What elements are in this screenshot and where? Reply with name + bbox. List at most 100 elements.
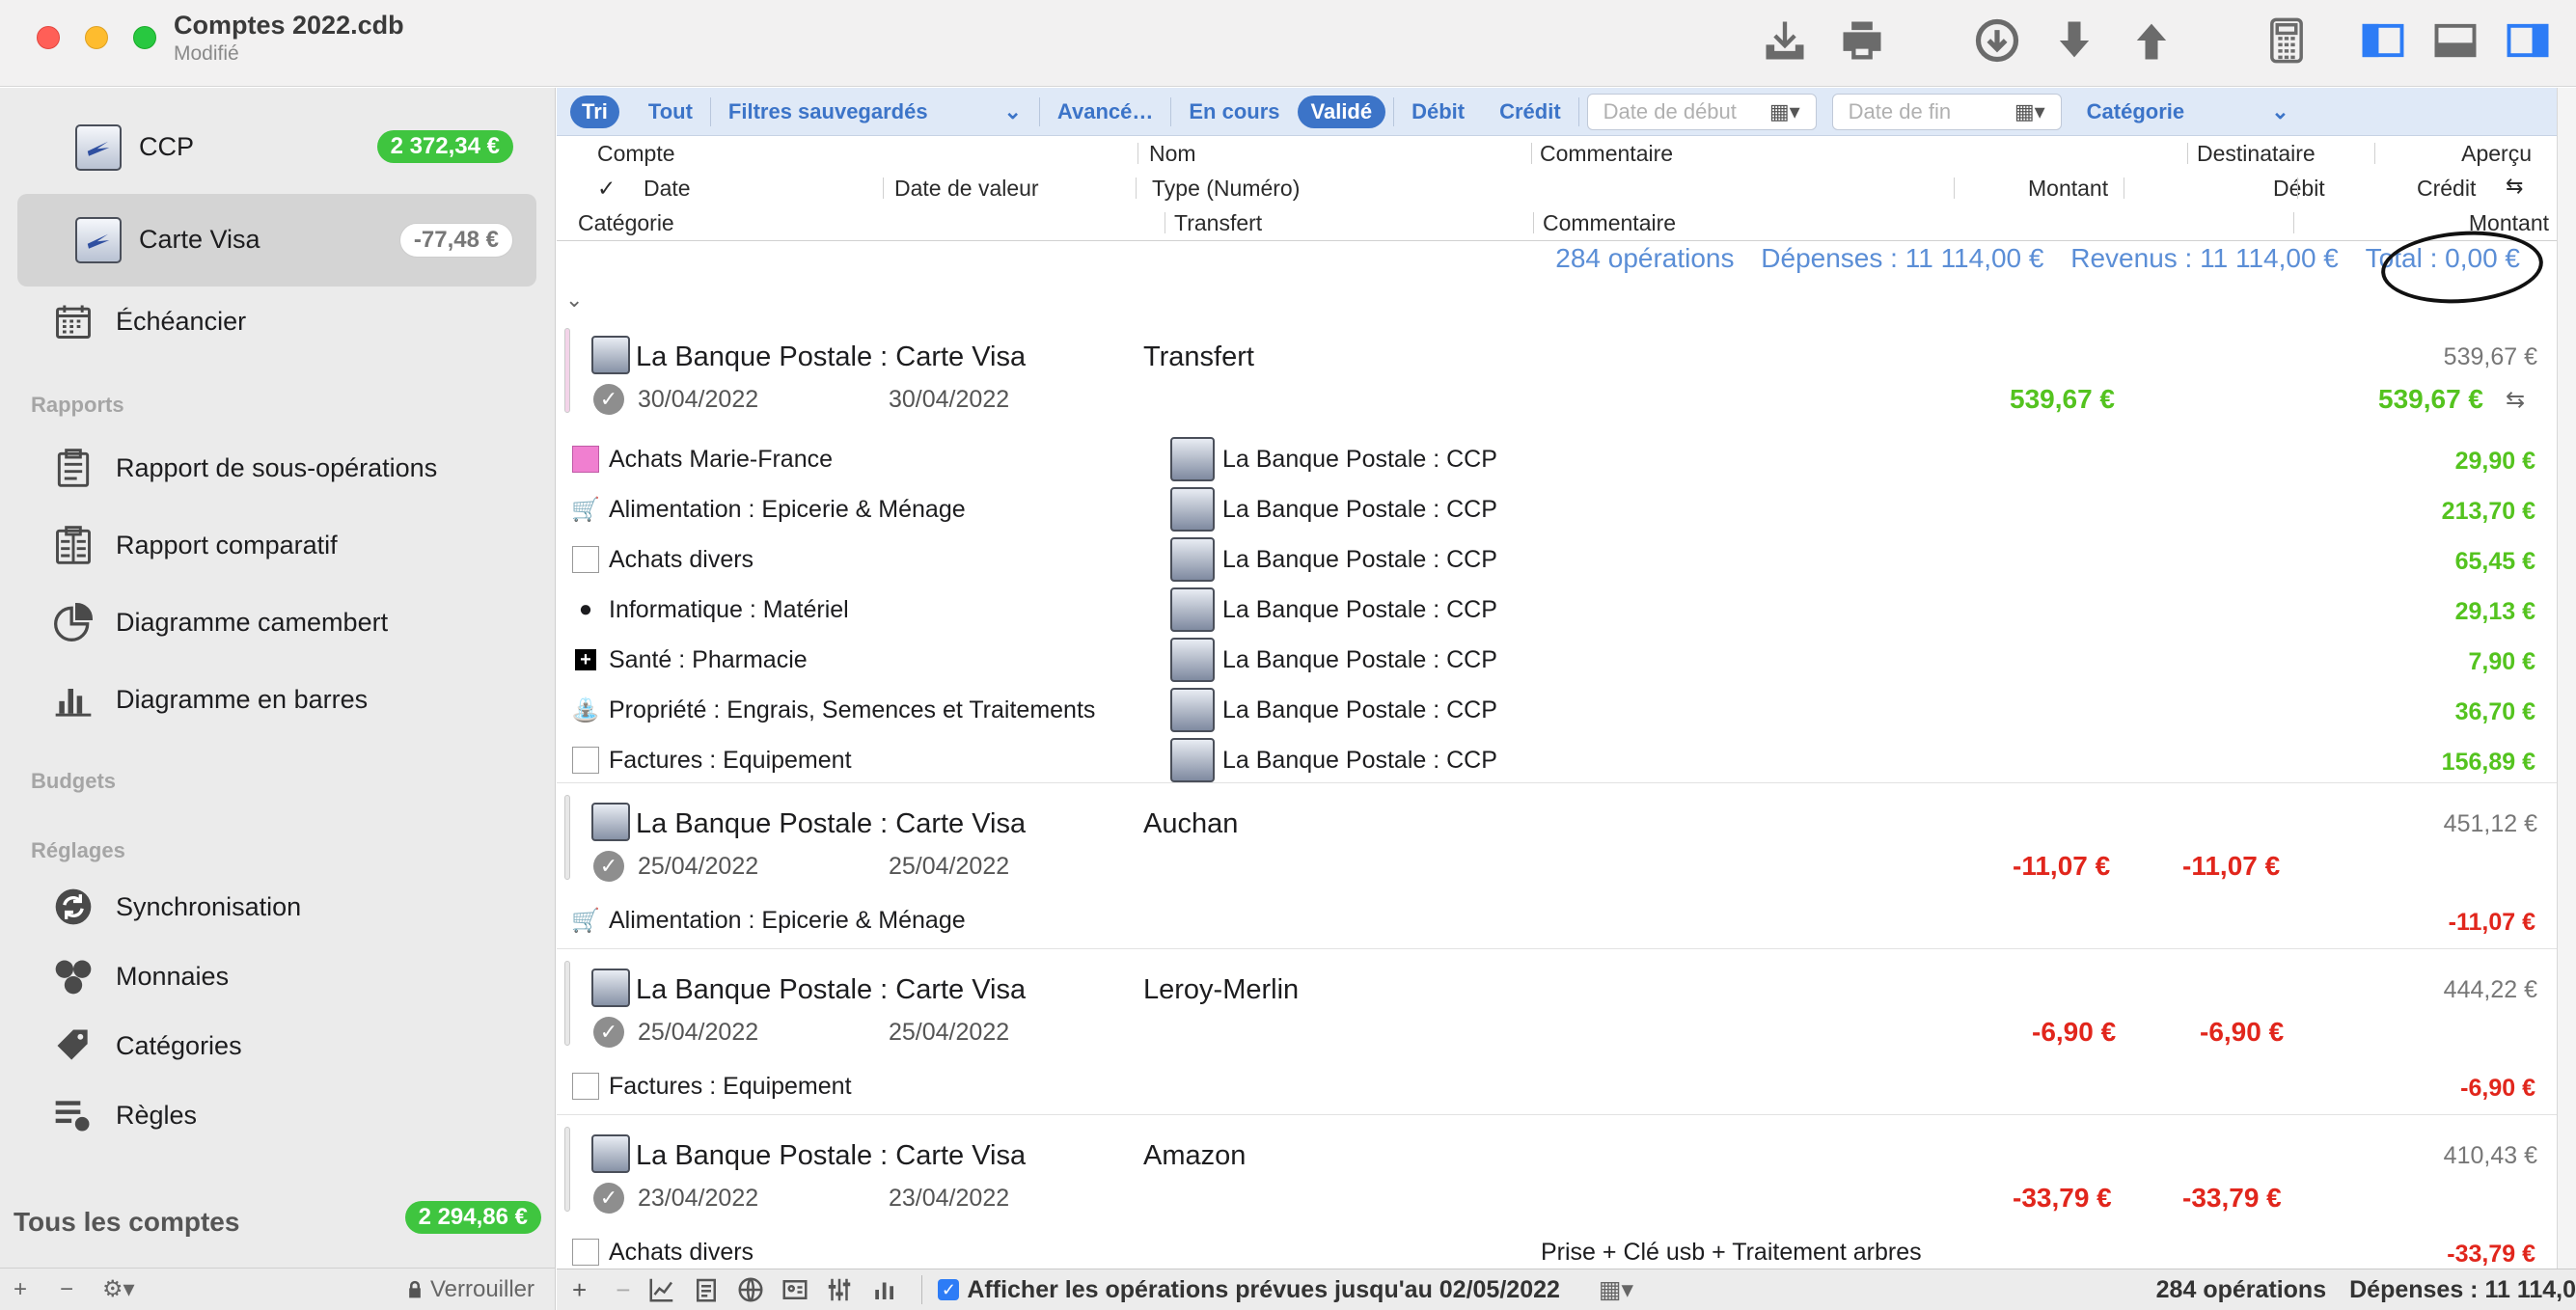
col-apercu[interactable]: Aperçu xyxy=(2461,141,2532,167)
split-amount: 65,45 € xyxy=(2454,548,2535,575)
close-window-button[interactable] xyxy=(37,26,60,49)
sidebar-item-rapport-comparatif[interactable]: Rapport comparatif xyxy=(50,522,338,568)
view-grid-icon[interactable]: ▦▾ xyxy=(1599,1275,1633,1304)
remove-icon[interactable]: − xyxy=(60,1276,73,1303)
saved-filters-dropdown[interactable]: Filtres sauvegardés ⌄ xyxy=(711,96,1039,128)
validated-check-icon[interactable]: ✓ xyxy=(593,1017,624,1048)
clipboard-icon[interactable] xyxy=(690,1273,723,1306)
show-planned-checkbox[interactable]: ✓ xyxy=(938,1279,960,1300)
sidebar-item-label: Diagramme en barres xyxy=(116,684,369,714)
account-balance-badge: -77,48 € xyxy=(398,223,513,258)
valide-button[interactable]: Validé xyxy=(1297,95,1386,128)
sidebar-right-icon[interactable] xyxy=(2499,12,2557,69)
col-debit[interactable]: Débit xyxy=(2273,176,2325,202)
debit-button[interactable]: Débit xyxy=(1394,96,1482,128)
sidebar-item-monnaies[interactable]: Monnaies xyxy=(50,953,229,999)
sidebar-item-label: Monnaies xyxy=(116,961,230,991)
split-row[interactable]: Achats divers La Banque Postale : CCP 65… xyxy=(557,534,2557,585)
download-tray-icon[interactable] xyxy=(1756,12,1814,69)
transfer-arrows-icon[interactable]: ⇆ xyxy=(2506,174,2523,199)
calendar-grid-icon[interactable]: ▦▾ xyxy=(1769,99,1800,124)
collapse-chevron-icon[interactable]: ⌄ xyxy=(565,287,583,313)
split-row[interactable]: Achats Marie-France La Banque Postale : … xyxy=(557,434,2557,484)
divider xyxy=(2297,177,2298,199)
category-dropdown[interactable]: Catégorie ⌄ xyxy=(2069,96,2307,128)
sidebar-item-synchronisation[interactable]: Synchronisation xyxy=(50,884,301,930)
col-transfert[interactable]: Transfert xyxy=(1174,210,1262,236)
split-row[interactable]: 🛒 Alimentation : Epicerie & Ménage -11,0… xyxy=(557,895,2557,945)
split-row[interactable]: + Santé : Pharmacie La Banque Postale : … xyxy=(557,635,2557,685)
add-icon[interactable]: + xyxy=(572,1275,587,1305)
split-row[interactable]: ● Informatique : Matériel La Banque Post… xyxy=(557,585,2557,635)
sidebar-item-label: Règles xyxy=(116,1100,198,1130)
contact-card-icon[interactable] xyxy=(779,1273,811,1306)
sidebar-item-categories[interactable]: Catégories xyxy=(50,1023,242,1069)
split-row[interactable]: 🛒 Alimentation : Epicerie & Ménage La Ba… xyxy=(557,484,2557,534)
arrow-up-icon[interactable] xyxy=(2123,12,2180,69)
validated-check-icon[interactable]: ✓ xyxy=(593,851,624,882)
minimize-window-button[interactable] xyxy=(85,26,108,49)
calculator-icon[interactable] xyxy=(2258,12,2316,69)
circle-down-icon[interactable] xyxy=(1968,12,2026,69)
split-destination: La Banque Postale : CCP xyxy=(1222,496,1497,523)
globe-icon[interactable] xyxy=(734,1273,767,1306)
panel-bottom-icon[interactable] xyxy=(2426,12,2484,69)
sidebar-item-regles[interactable]: Règles xyxy=(50,1092,197,1138)
col-date[interactable]: Date xyxy=(644,176,691,202)
print-icon[interactable] xyxy=(1833,12,1891,69)
col-montant[interactable]: Montant xyxy=(2028,176,2108,202)
sidebar-item-diagramme-camembert[interactable]: Diagramme camembert xyxy=(50,599,388,645)
date-start-placeholder: Date de début xyxy=(1603,98,1737,123)
lock-button[interactable]: Verrouiller xyxy=(405,1276,534,1303)
col-commentaire-2[interactable]: Commentaire xyxy=(1543,210,1676,236)
col-date-valeur[interactable]: Date de valeur xyxy=(894,176,1039,202)
date-start-field[interactable]: Date de début ▦▾ xyxy=(1586,93,1817,130)
sidebar-item-diagramme-barres[interactable]: Diagramme en barres xyxy=(50,676,368,723)
transaction-value-date: 25/04/2022 xyxy=(889,853,1010,880)
date-end-field[interactable]: Date de fin ▦▾ xyxy=(1831,93,2062,130)
lock-label: Verrouiller xyxy=(429,1275,534,1302)
bank-logo-icon xyxy=(1170,537,1215,582)
gear-icon[interactable]: ⚙▾ xyxy=(102,1275,135,1303)
split-row[interactable]: ⛲ Propriété : Engrais, Semences et Trait… xyxy=(557,685,2557,735)
bar-chart-icon[interactable] xyxy=(867,1273,900,1306)
row-marker xyxy=(564,961,570,1046)
tri-button[interactable]: Tri xyxy=(570,95,619,128)
all-accounts-label[interactable]: Tous les comptes xyxy=(14,1207,239,1238)
tout-button[interactable]: Tout xyxy=(631,96,710,128)
sync-icon xyxy=(50,884,96,930)
validated-check-icon[interactable]: ✓ xyxy=(593,384,624,415)
col-destinataire[interactable]: Destinataire xyxy=(2197,141,2316,167)
col-compte[interactable]: Compte xyxy=(597,141,675,167)
transaction-row[interactable]: La Banque Postale : Carte Visa Leroy-Mer… xyxy=(557,951,2557,1115)
col-commentaire[interactable]: Commentaire xyxy=(1540,141,1673,167)
transaction-row[interactable]: La Banque Postale : Carte Visa Auchan 45… xyxy=(557,785,2557,949)
zoom-window-button[interactable] xyxy=(133,26,156,49)
transaction-row[interactable]: La Banque Postale : Carte Visa Transfert… xyxy=(557,318,2557,783)
line-chart-icon[interactable] xyxy=(645,1273,678,1306)
sidebar-item-rapport-sous-operations[interactable]: Rapport de sous-opérations xyxy=(50,445,437,491)
add-icon[interactable]: + xyxy=(14,1276,27,1303)
validated-check-icon[interactable]: ✓ xyxy=(593,1183,624,1214)
col-credit[interactable]: Crédit xyxy=(2417,176,2476,202)
sidebar-account-carte-visa[interactable]: Carte Visa -77,48 € xyxy=(17,194,536,287)
split-amount: -33,79 € xyxy=(2447,1241,2535,1268)
category-color-icon xyxy=(572,446,599,473)
en-cours-button[interactable]: En cours xyxy=(1171,96,1297,128)
col-check[interactable]: ✓ xyxy=(597,176,616,202)
advanced-button[interactable]: Avancé… xyxy=(1040,96,1170,128)
split-row[interactable]: Factures : Equipement La Banque Postale … xyxy=(557,735,2557,785)
sort-icon[interactable] xyxy=(823,1273,856,1306)
col-type[interactable]: Type (Numéro) xyxy=(1152,176,1300,202)
arrow-down-icon[interactable] xyxy=(2045,12,2103,69)
sidebar-item-echeancier[interactable]: Échéancier xyxy=(50,298,246,344)
calendar-grid-icon[interactable]: ▦▾ xyxy=(2014,99,2045,124)
divider xyxy=(1954,177,1955,199)
col-nom[interactable]: Nom xyxy=(1149,141,1196,167)
col-categorie[interactable]: Catégorie xyxy=(578,210,674,236)
remove-icon[interactable]: − xyxy=(616,1275,630,1305)
split-row[interactable]: Factures : Equipement -6,90 € xyxy=(557,1061,2557,1111)
sidebar-left-icon[interactable] xyxy=(2354,12,2412,69)
sidebar-account-ccp[interactable]: CCP 2 372,34 € xyxy=(17,101,536,194)
credit-button[interactable]: Crédit xyxy=(1482,96,1578,128)
